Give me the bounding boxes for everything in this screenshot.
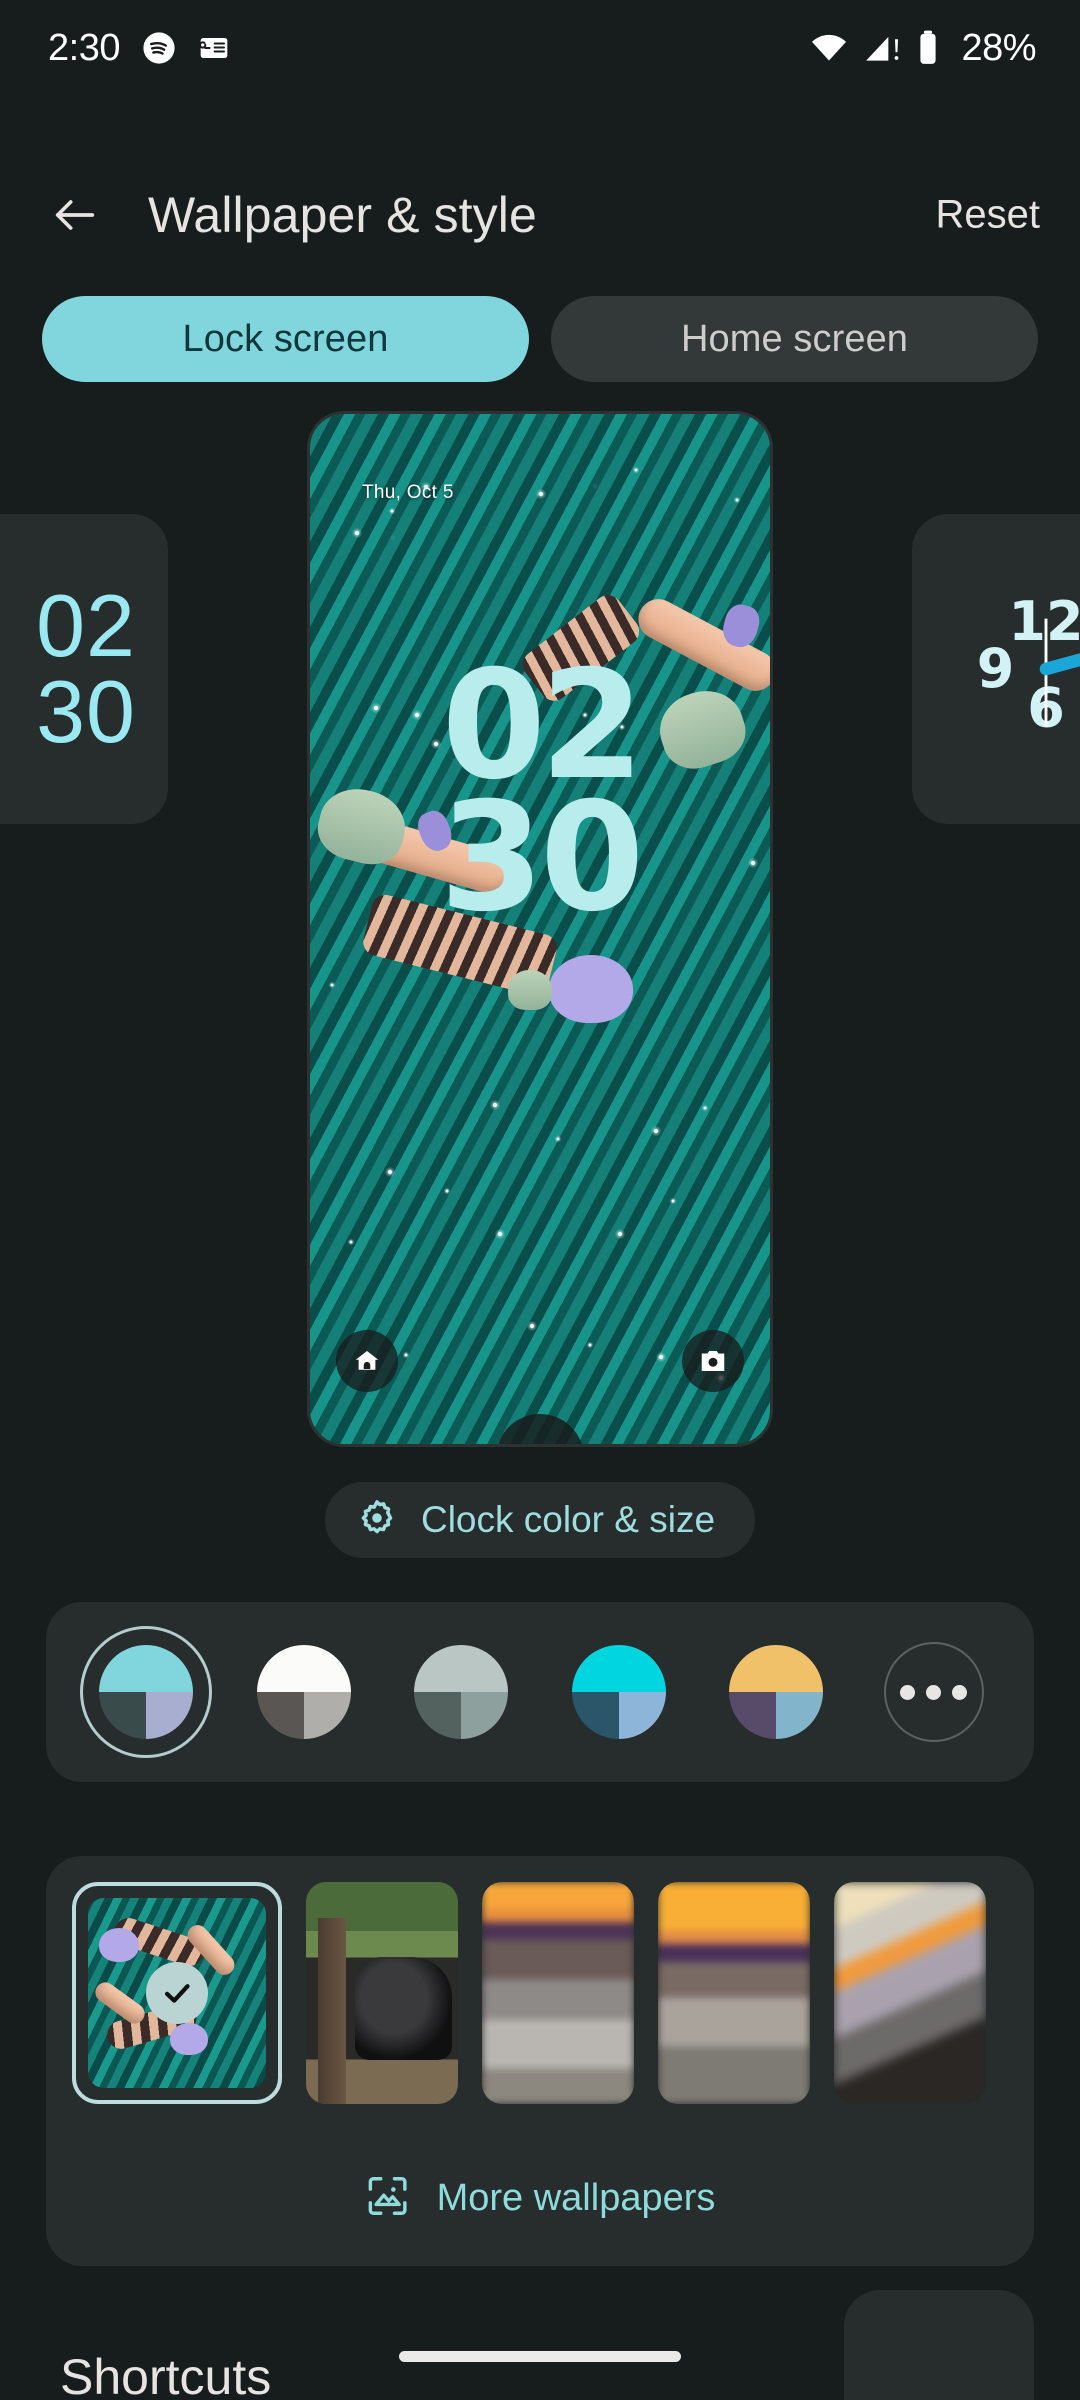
battery-percent-label: 28% bbox=[961, 27, 1036, 70]
camera-icon[interactable] bbox=[682, 1330, 744, 1392]
battery-icon bbox=[915, 29, 941, 67]
analog-clock-preview: 12 3 6 9 bbox=[956, 579, 1080, 759]
lock-clock-minutes: 30 bbox=[310, 792, 770, 924]
color-swatch-cyan-blue[interactable] bbox=[565, 1638, 673, 1746]
status-bar: 2:30 bbox=[0, 0, 1080, 96]
spotify-icon bbox=[142, 31, 176, 65]
wallpaper-thumb-sunset-2[interactable] bbox=[658, 1882, 810, 2104]
digital-clock-preview: 02 30 bbox=[36, 583, 136, 755]
status-bar-clock: 2:30 bbox=[48, 27, 120, 70]
tab-home-screen[interactable]: Home screen bbox=[551, 296, 1038, 382]
digital-clock-hours: 02 bbox=[36, 583, 136, 669]
gear-icon bbox=[355, 1496, 399, 1545]
shortcuts-partial-card[interactable] bbox=[844, 2290, 1034, 2400]
wallpaper-thumb-creatures-teal[interactable] bbox=[72, 1882, 282, 2104]
tab-lock-screen[interactable]: Lock screen bbox=[42, 296, 529, 382]
check-icon bbox=[146, 1962, 208, 2024]
clock-color-size-button[interactable]: Clock color & size bbox=[325, 1482, 755, 1558]
wallpaper-thumb-black-car[interactable] bbox=[306, 1882, 458, 2104]
clock-style-analog-card[interactable]: 12 3 6 9 bbox=[912, 514, 1080, 824]
screen-tabs: Lock screen Home screen bbox=[42, 296, 1038, 382]
color-swatch-amber-purple[interactable] bbox=[722, 1638, 830, 1746]
home-icon[interactable] bbox=[336, 1330, 398, 1392]
status-bar-right: 28% bbox=[809, 27, 1036, 70]
page-title: Wallpaper & style bbox=[148, 186, 537, 244]
preview-carousel: 02 30 12 3 6 9 bbox=[0, 414, 1080, 1444]
color-swatch-row bbox=[46, 1602, 1034, 1782]
wallpaper-thumbnail-list bbox=[46, 1882, 1034, 2104]
wifi-icon bbox=[809, 28, 849, 68]
more-colors-icon bbox=[884, 1642, 984, 1742]
more-wallpapers-button[interactable]: More wallpapers bbox=[365, 2173, 716, 2224]
color-swatch-white-gray[interactable] bbox=[250, 1638, 358, 1746]
back-button[interactable] bbox=[20, 160, 130, 270]
color-swatch-sage-gray[interactable] bbox=[407, 1638, 515, 1746]
shortcuts-section-heading: Shortcuts bbox=[60, 2348, 271, 2400]
lock-screen-preview[interactable]: Thu, Oct 5 02 30 bbox=[310, 414, 770, 1444]
hour-hand bbox=[1046, 658, 1080, 669]
google-news-icon bbox=[198, 32, 230, 64]
app-header: Wallpaper & style Reset bbox=[0, 150, 1080, 280]
lock-screen-clock: 02 30 bbox=[310, 660, 770, 924]
wallpaper-thumb-sunset-1[interactable] bbox=[482, 1882, 634, 2104]
digital-clock-minutes: 30 bbox=[36, 669, 136, 755]
gesture-nav-bar[interactable] bbox=[399, 2351, 681, 2362]
color-swatch-teal-periwinkle[interactable] bbox=[92, 1638, 200, 1746]
analog-numeral-12: 12 bbox=[1008, 590, 1080, 653]
wallpaper-style-screen: 2:30 bbox=[0, 0, 1080, 2400]
more-wallpapers-label: More wallpapers bbox=[437, 2177, 716, 2220]
image-icon bbox=[365, 2173, 411, 2224]
analog-numeral-9: 9 bbox=[977, 637, 1015, 700]
status-bar-left: 2:30 bbox=[48, 27, 230, 70]
more-colors-button[interactable] bbox=[880, 1638, 988, 1746]
lock-screen-date: Thu, Oct 5 bbox=[362, 482, 454, 504]
wallpaper-thumb-sunset-3[interactable] bbox=[834, 1882, 986, 2104]
reset-button[interactable]: Reset bbox=[936, 193, 1041, 238]
cellular-no-sim-icon bbox=[863, 29, 901, 67]
wallpaper-picker-card: More wallpapers bbox=[46, 1856, 1034, 2266]
clock-style-digital-card[interactable]: 02 30 bbox=[0, 514, 168, 824]
clock-color-size-label: Clock color & size bbox=[421, 1499, 715, 1541]
